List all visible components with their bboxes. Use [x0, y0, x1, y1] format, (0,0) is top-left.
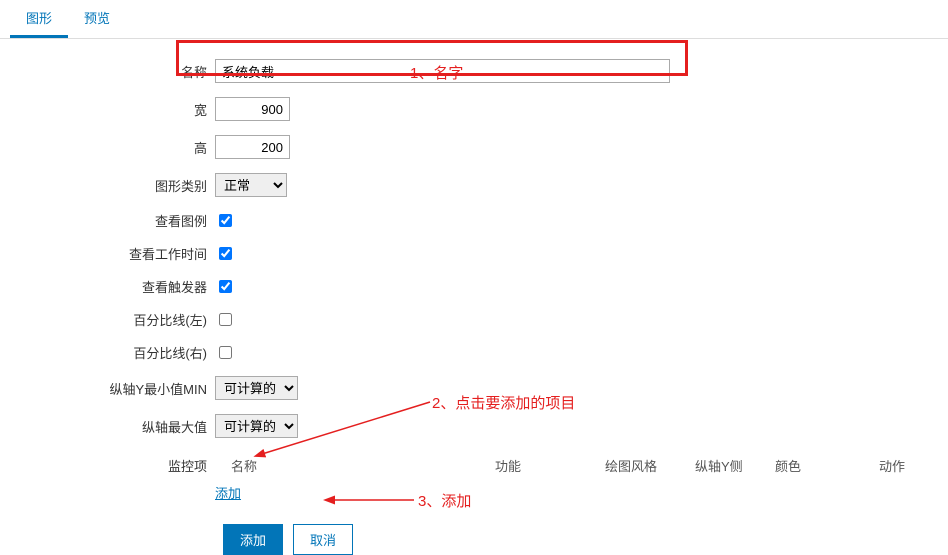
col-style: 绘图风格: [605, 456, 695, 475]
graph-type-select[interactable]: 正常: [215, 173, 287, 197]
label-ymin: 纵轴Y最小值MIN: [0, 379, 215, 398]
label-worktime: 查看工作时间: [0, 244, 215, 263]
name-input[interactable]: [215, 59, 670, 83]
tab-graph[interactable]: 图形: [10, 0, 68, 38]
tab-preview[interactable]: 预览: [68, 0, 126, 38]
col-yside: 纵轴Y侧: [695, 456, 775, 475]
tab-bar: 图形 预览: [0, 0, 948, 39]
add-item-link[interactable]: 添加: [215, 483, 241, 502]
cancel-button[interactable]: 取消: [293, 524, 353, 555]
col-action: 动作: [845, 456, 905, 475]
label-graph-type: 图形类别: [0, 176, 215, 195]
label-pct-left: 百分比线(左): [0, 310, 215, 329]
label-legend: 查看图例: [0, 211, 215, 230]
worktime-checkbox[interactable]: [219, 247, 232, 260]
width-input[interactable]: [215, 97, 290, 121]
legend-checkbox[interactable]: [219, 214, 232, 227]
triggers-checkbox[interactable]: [219, 280, 232, 293]
form-actions: 添加 取消: [223, 524, 948, 555]
items-table-header: 名称 功能 绘图风格 纵轴Y侧 颜色 动作: [215, 452, 948, 479]
pct-left-checkbox[interactable]: [219, 313, 232, 326]
col-name: 名称: [215, 456, 495, 475]
label-items: 监控项: [0, 452, 215, 475]
col-color: 颜色: [775, 456, 845, 475]
height-input[interactable]: [215, 135, 290, 159]
label-width: 宽: [0, 100, 215, 119]
label-triggers: 查看触发器: [0, 277, 215, 296]
pct-right-checkbox[interactable]: [219, 346, 232, 359]
graph-form: 名称 宽 高 图形类别 正常 查看图例 查看工作时间 查看触发器: [0, 39, 948, 555]
label-name: 名称: [0, 62, 215, 81]
label-pct-right: 百分比线(右): [0, 343, 215, 362]
label-height: 高: [0, 138, 215, 157]
add-button[interactable]: 添加: [223, 524, 283, 555]
label-ymax: 纵轴最大值: [0, 417, 215, 436]
col-func: 功能: [495, 456, 605, 475]
ymin-select[interactable]: 可计算的: [215, 376, 298, 400]
ymax-select[interactable]: 可计算的: [215, 414, 298, 438]
